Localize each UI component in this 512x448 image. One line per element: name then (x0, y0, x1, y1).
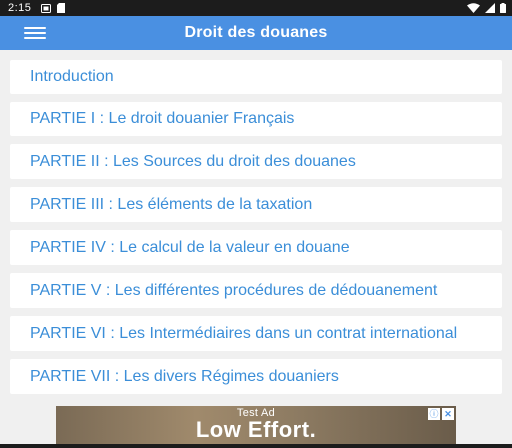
battery-icon (500, 3, 506, 13)
navigation-bar (0, 444, 512, 448)
chapter-item-partie-6[interactable]: PARTIE VI : Les Intermédiaires dans un c… (10, 316, 502, 351)
sd-card-icon (57, 3, 66, 13)
chapter-item-partie-4[interactable]: PARTIE IV : Le calcul de la valeur en do… (10, 230, 502, 265)
chapter-list: Introduction PARTIE I : Le droit douanie… (0, 50, 512, 394)
sim-icon (41, 3, 52, 13)
ad-headline: Low Effort. (195, 417, 317, 442)
close-icon[interactable]: ✕ (442, 408, 454, 420)
chapter-item-introduction[interactable]: Introduction (10, 60, 502, 94)
chapter-item-partie-5[interactable]: PARTIE V : Les différentes procédures de… (10, 273, 502, 308)
app-title: Droit des douanes (184, 24, 328, 41)
signal-icon (485, 3, 495, 13)
app-bar: Droit des douanes (0, 16, 512, 50)
status-bar: 2:15 (0, 0, 512, 16)
wifi-icon (467, 3, 480, 13)
chapter-list-container: Introduction PARTIE I : Le droit douanie… (0, 50, 512, 448)
chapter-item-partie-1[interactable]: PARTIE I : Le droit douanier Français (10, 102, 502, 136)
info-icon[interactable]: ⓘ (428, 408, 440, 420)
chapter-item-partie-3[interactable]: PARTIE III : Les éléments de la taxation (10, 187, 502, 222)
chapter-item-partie-7[interactable]: PARTIE VII : Les divers Régimes douanier… (10, 359, 502, 394)
chapter-item-partie-2[interactable]: PARTIE II : Les Sources du droit des dou… (10, 144, 502, 179)
status-time: 2:15 (8, 2, 32, 14)
menu-icon[interactable] (24, 27, 46, 39)
ad-banner[interactable]: Test Ad Low Effort. ⓘ ✕ (56, 406, 456, 448)
